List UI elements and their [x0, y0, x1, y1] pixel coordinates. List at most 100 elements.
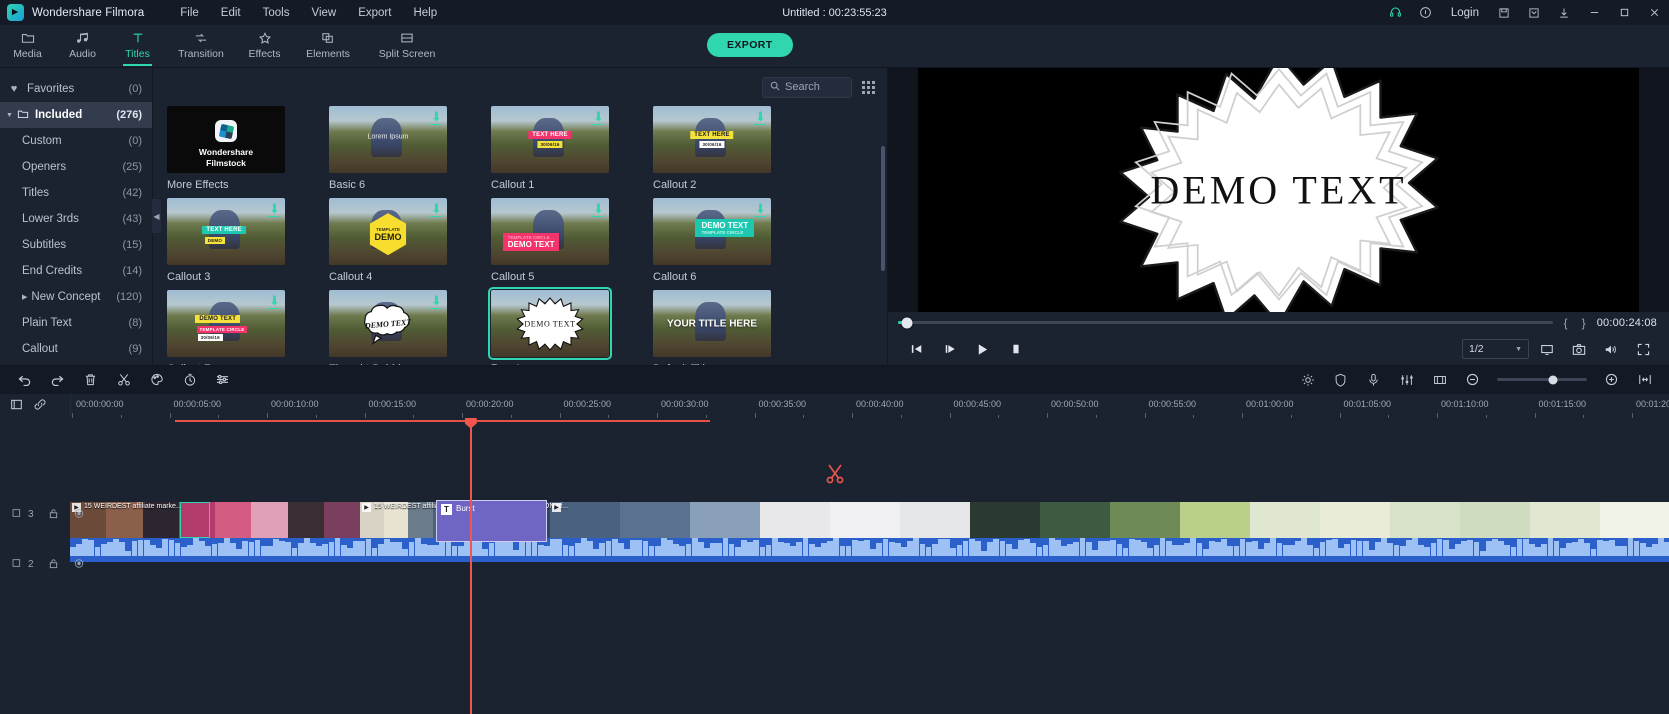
template-cell-callout-5[interactable]: TEMPLATE CIRCLE DEMO TEXT ⬇ Callout 5 [491, 198, 622, 290]
menu-edit[interactable]: Edit [210, 3, 252, 23]
template-thumbnail[interactable]: TEXT HERE 30/06/16 ⬇ [653, 106, 771, 173]
search-input[interactable] [785, 81, 844, 93]
template-cell-default-title[interactable]: YOUR TITLE HERE Default Title [653, 290, 784, 365]
template-cell-more-effects[interactable]: Wondershare Filmstock More Effects [167, 106, 298, 198]
track-header-audio-2[interactable]: 2 [0, 558, 83, 572]
add-marker-button[interactable] [10, 398, 23, 414]
template-thumbnail[interactable]: Lorem Ipsum ⬇ [329, 106, 447, 173]
template-cell-thought-bubble[interactable]: DEMO TEXT ⬇ Thought Bubble [329, 290, 460, 365]
template-cell-basic-6[interactable]: Lorem Ipsum ⬇ Basic 6 [329, 106, 460, 198]
mark-in-icon[interactable]: { [1561, 316, 1571, 330]
settings-gear-button[interactable] [1291, 367, 1324, 393]
tab-effects[interactable]: Effects [237, 25, 292, 68]
video-track-1[interactable]: ▶ 15 WEIRDEST affiliate marke... ▶ 15 WE… [70, 499, 1669, 542]
minimize-button[interactable] [1579, 0, 1609, 25]
tab-split-screen[interactable]: Split Screen [364, 25, 450, 68]
info-icon[interactable] [1411, 0, 1441, 25]
template-thumbnail[interactable]: TEMPLATE CIRCLE DEMO TEXT ⬇ [491, 198, 609, 265]
download-icon[interactable]: ⬇ [430, 110, 442, 125]
lock-icon[interactable] [48, 508, 59, 522]
tab-titles[interactable]: Titles [110, 25, 165, 68]
save-icon[interactable] [1489, 0, 1519, 25]
play-button[interactable] [966, 335, 999, 363]
download-icon[interactable] [1549, 0, 1579, 25]
download-icon[interactable]: ⬇ [430, 294, 442, 309]
table-row[interactable]: ▶ [550, 501, 1669, 538]
audio-track-3[interactable] [70, 555, 1669, 562]
sidebar-item-new-concept[interactable]: ▶ New Concept (120) [0, 284, 152, 310]
timeline-zoom-slider[interactable] [1497, 375, 1587, 384]
template-thumbnail[interactable]: Wondershare Filmstock [167, 106, 285, 173]
sidebar-item-titles[interactable]: Titles (42) [0, 180, 152, 206]
mark-out-icon[interactable]: } [1579, 316, 1589, 330]
sidebar-item-favorites[interactable]: ♥ Favorites (0) [0, 76, 152, 102]
template-cell-callout-6[interactable]: DEMO TEXT TEMPLATE CIRCLE ⬇ Callout 6 [653, 198, 784, 290]
stop-button[interactable] [999, 335, 1032, 363]
sidebar-item-callout[interactable]: Callout (9) [0, 336, 152, 362]
download-icon[interactable]: ⬇ [268, 294, 280, 309]
audio-mixer-button[interactable] [1390, 367, 1423, 393]
snapshot-camera-button[interactable] [1565, 336, 1593, 362]
sidebar-item-subtitles[interactable]: Subtitles (15) [0, 232, 152, 258]
previous-frame-button[interactable] [900, 335, 933, 363]
next-frame-button[interactable] [933, 335, 966, 363]
search-box[interactable] [762, 76, 852, 98]
undo-button[interactable] [8, 367, 41, 393]
template-thumbnail[interactable]: TEXT HERE DEMO ⬇ [167, 198, 285, 265]
redo-button[interactable] [41, 367, 74, 393]
sidebar-item-custom[interactable]: Custom (0) [0, 128, 152, 154]
library-scrollbar[interactable] [881, 146, 885, 271]
full-screen-monitor-button[interactable] [1533, 336, 1561, 362]
template-cell-callout-3[interactable]: TEXT HERE DEMO ⬇ Callout 3 [167, 198, 298, 290]
title-clip-burst[interactable]: T Burst [436, 499, 547, 542]
sidebar-item-end-credits[interactable]: End Credits (14) [0, 258, 152, 284]
menu-help[interactable]: Help [402, 3, 448, 23]
seek-handle[interactable] [901, 317, 912, 328]
video-canvas[interactable]: DEMO TEXT [918, 68, 1639, 312]
template-cell-callout-1[interactable]: TEXT HERE 30/06/16 ⬇ Callout 1 [491, 106, 622, 198]
template-cell-burst[interactable]: DEMO TEXT Burst [488, 287, 622, 365]
close-button[interactable] [1639, 0, 1669, 25]
template-thumbnail[interactable]: YOUR TITLE HERE [653, 290, 771, 357]
zoom-ratio-select[interactable]: 1/2 ▼ [1462, 339, 1529, 359]
library-scroll-area[interactable]: Wondershare Filmstock More Effects Lorem… [153, 106, 887, 365]
chevron-right-icon[interactable]: ▶ [22, 293, 27, 301]
menu-file[interactable]: File [169, 3, 210, 23]
playhead[interactable] [464, 417, 477, 714]
volume-button[interactable] [1597, 336, 1625, 362]
eye-icon[interactable] [73, 508, 85, 522]
collapse-sidebar-handle[interactable]: ◀ [152, 199, 161, 234]
download-icon[interactable]: ⬇ [592, 202, 604, 217]
template-thumbnail[interactable]: DEMO TEXT ⬇ [329, 290, 447, 357]
template-thumbnail[interactable]: DEMO TEXT TEMPLATE CIRCLE ⬇ [653, 198, 771, 265]
record-voiceover-button[interactable] [1357, 367, 1390, 393]
download-icon[interactable]: ⬇ [754, 202, 766, 217]
timeline-ruler[interactable]: 00:00:00:00 00:00:05:00 00:00:10:00 00:00:1… [70, 393, 1669, 418]
menu-view[interactable]: View [300, 3, 347, 23]
track-header-video-1[interactable]: 3 [0, 508, 83, 522]
zoom-out-button[interactable] [1456, 367, 1489, 393]
sidebar-item-openers[interactable]: Openers (25) [0, 154, 152, 180]
export-button[interactable]: EXPORT [707, 33, 793, 57]
download-icon[interactable]: ⬇ [268, 202, 280, 217]
adjust-sliders-button[interactable] [206, 367, 239, 393]
zoom-slider-handle[interactable] [1548, 375, 1558, 384]
template-thumbnail[interactable]: TEMPLATE DEMO ⬇ [329, 198, 447, 265]
download-icon[interactable]: ⬇ [754, 110, 766, 125]
split-scissors-button[interactable] [107, 367, 140, 393]
delete-button[interactable] [74, 367, 107, 393]
table-row[interactable]: ▶ 15 WEIRDEST affiliate marke... [70, 501, 360, 538]
inbox-icon[interactable] [1519, 0, 1549, 25]
tab-elements[interactable]: Elements [292, 25, 364, 68]
color-palette-button[interactable] [140, 367, 173, 393]
sidebar-item-plain-text[interactable]: Plain Text (8) [0, 310, 152, 336]
keyframe-button[interactable] [1423, 367, 1456, 393]
timeline-tracks[interactable]: ▶ 15 WEIRDEST affiliate marke... ▶ 15 WE… [70, 418, 1669, 714]
sidebar-item-included[interactable]: ▼ Included (276) [0, 102, 152, 128]
chevron-down-icon[interactable]: ▼ [6, 112, 13, 119]
timeline-body[interactable]: 3 2 ▶ 15 WEIRDEST affiliate marke... ▶ 1… [0, 417, 1669, 714]
menu-tools[interactable]: Tools [252, 3, 301, 23]
zoom-in-button[interactable] [1595, 367, 1628, 393]
template-cell-callout-4[interactable]: TEMPLATE DEMO ⬇ Callout 4 [329, 198, 460, 290]
login-button[interactable]: Login [1441, 7, 1489, 19]
